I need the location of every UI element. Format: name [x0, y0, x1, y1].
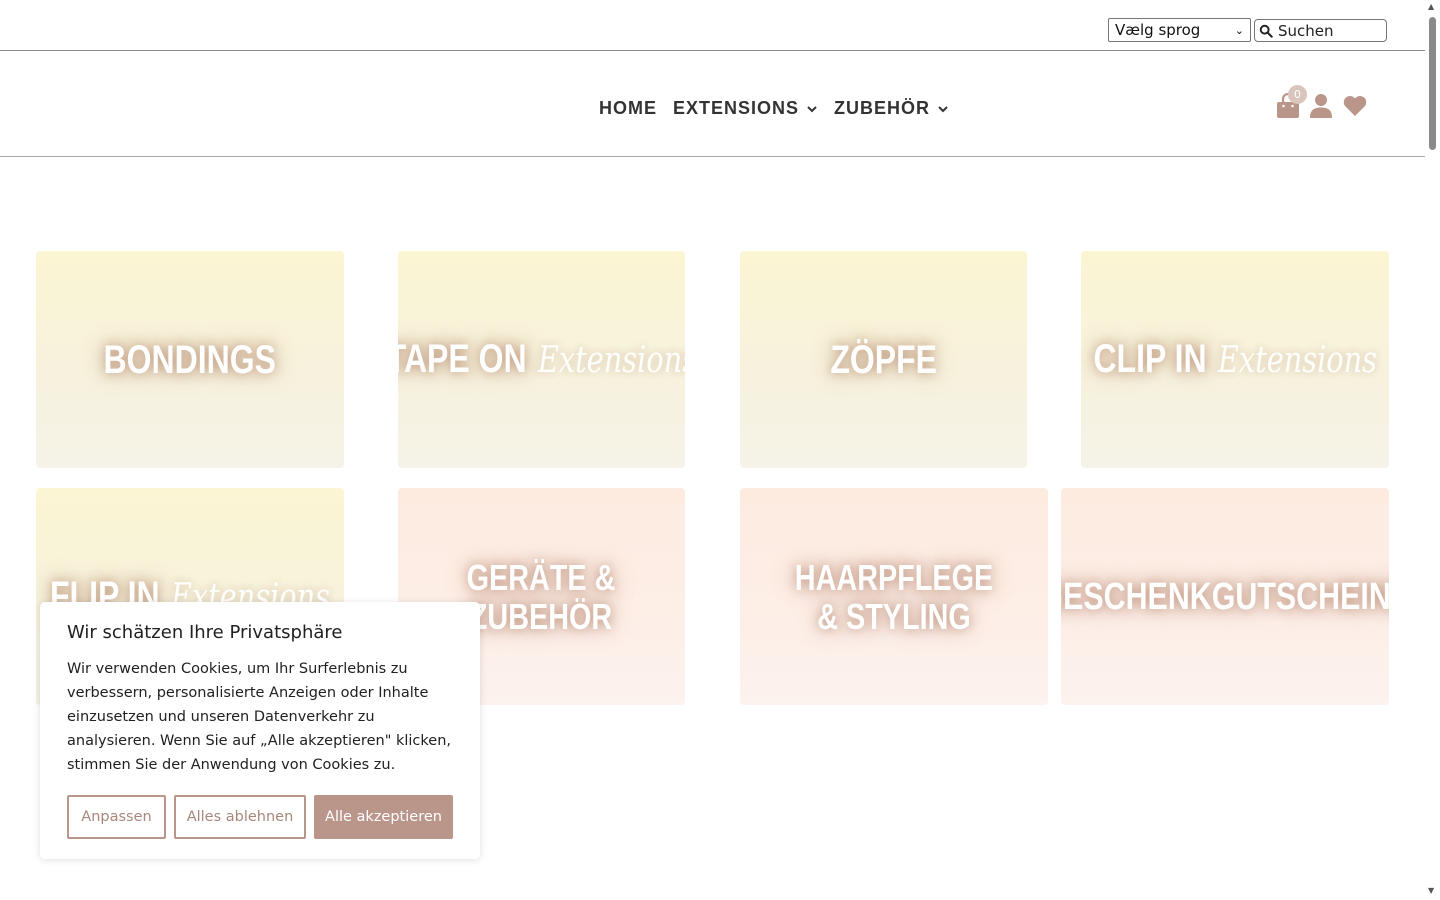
tile-title-main: CLIP IN — [1093, 336, 1207, 381]
tile-title-script: Extensions — [537, 339, 685, 381]
user-icon — [1310, 94, 1332, 118]
chevron-down-icon — [938, 105, 948, 112]
tile-title: GESCHENKGUTSCHEINE — [1061, 575, 1389, 618]
reject-all-button[interactable]: Alles ablehnen — [174, 795, 306, 839]
customize-button[interactable]: Anpassen — [67, 795, 166, 839]
search-input[interactable] — [1278, 21, 1378, 40]
tile-title-line: HAARPFLEGE — [794, 556, 994, 598]
tile-clip-in[interactable]: CLIP IN Extensions — [1081, 251, 1389, 468]
nav-item-extensions[interactable]: EXTENSIONS — [673, 98, 818, 119]
tile-title-line: GERÄTE & — [467, 556, 616, 598]
cookie-consent-banner: Wir schätzen Ihre Privatsphäre Wir verwe… — [40, 602, 480, 859]
nav-item-home[interactable]: HOME — [599, 98, 657, 119]
cart-count-badge: 0 — [1288, 85, 1307, 104]
account-button[interactable] — [1309, 93, 1333, 119]
tile-title: CLIP IN Extensions — [1093, 339, 1377, 381]
language-select[interactable]: Vælg sprog ⌄ — [1108, 18, 1251, 42]
main-header: HOME EXTENSIONS ZUBEHÖR 0 — [0, 51, 1425, 157]
tile-title: HAARPFLEGE & STYLING — [795, 558, 993, 636]
tile-title-line: & STYLING — [817, 595, 971, 637]
header-icons: 0 — [1276, 85, 1367, 119]
cookie-banner-title: Wir schätzen Ihre Privatsphäre — [67, 622, 343, 643]
tile-title-main: TAPE ON — [398, 336, 527, 381]
scrollbar-thumb[interactable] — [1429, 17, 1436, 150]
search-box[interactable] — [1254, 19, 1387, 42]
page-scrollbar[interactable]: ▲ ▼ — [1425, 0, 1440, 900]
tile-title: TAPE ON Extensions — [398, 339, 685, 381]
search-icon — [1259, 24, 1273, 38]
nav-item-label: HOME — [599, 98, 657, 118]
chevron-down-icon — [807, 105, 817, 112]
language-select-value: Vælg sprog — [1115, 21, 1201, 39]
accept-all-button[interactable]: Alle akzeptieren — [314, 795, 453, 839]
tile-title-line: ZUBEHÖR — [470, 595, 613, 637]
nav-item-zubehoer[interactable]: ZUBEHÖR — [834, 98, 949, 119]
tile-title: GERÄTE & ZUBEHÖR — [467, 558, 616, 636]
cookie-banner-text: Wir verwenden Cookies, um Ihr Surferlebn… — [67, 661, 451, 773]
tile-title: BONDINGS — [103, 337, 277, 382]
nav-item-label: ZUBEHÖR — [834, 98, 931, 118]
cookie-banner-actions: Anpassen Alles ablehnen Alle akzeptieren — [67, 795, 453, 839]
top-bar: Vælg sprog ⌄ — [0, 0, 1425, 51]
chevron-down-icon: ⌄ — [1234, 23, 1244, 37]
nav-item-label: EXTENSIONS — [673, 98, 800, 118]
scroll-up-arrow-icon[interactable]: ▲ — [1428, 2, 1434, 11]
tile-haarpflege-styling[interactable]: HAARPFLEGE & STYLING — [740, 488, 1048, 705]
tile-title-script: Extensions — [1217, 339, 1377, 381]
heart-icon — [1343, 96, 1367, 116]
wishlist-button[interactable] — [1342, 93, 1367, 119]
tile-geschenkgutscheine[interactable]: GESCHENKGUTSCHEINE — [1061, 488, 1389, 705]
cart-button[interactable]: 0 — [1276, 85, 1307, 119]
scroll-down-arrow-icon[interactable]: ▼ — [1428, 886, 1434, 895]
tile-tape-on[interactable]: TAPE ON Extensions — [398, 251, 685, 468]
main-nav: HOME EXTENSIONS ZUBEHÖR — [599, 98, 949, 119]
tile-title: ZÖPFE — [830, 337, 937, 382]
tile-bondings[interactable]: BONDINGS — [36, 251, 344, 468]
tile-zoepfe[interactable]: ZÖPFE — [740, 251, 1027, 468]
